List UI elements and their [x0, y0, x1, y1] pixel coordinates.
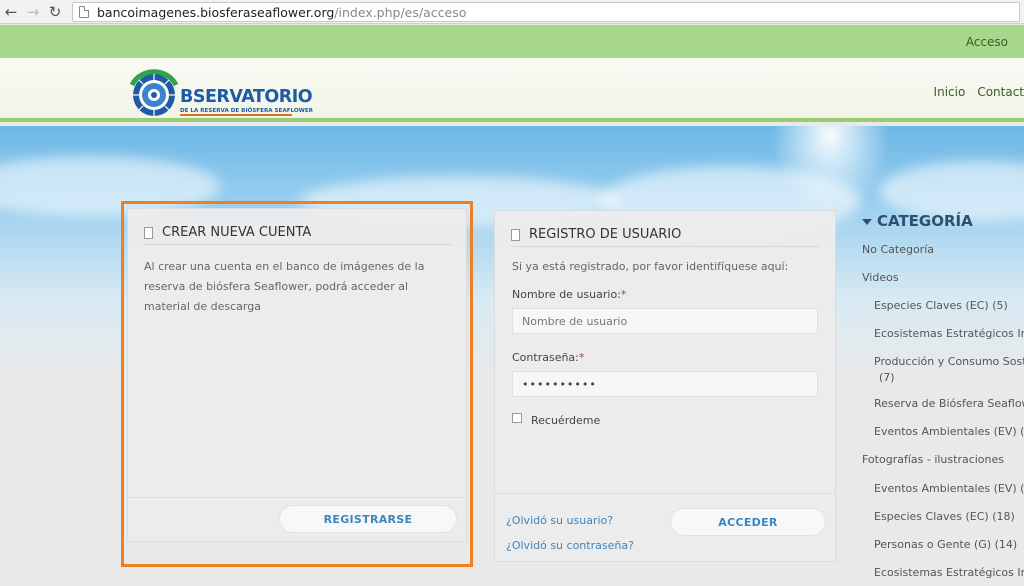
- reload-icon[interactable]: ↻: [44, 1, 66, 23]
- login-header: REGISTRO DE USUARIO: [511, 223, 819, 247]
- category-sidebar: CATEGORÍA No Categoría Videos Especies C…: [862, 210, 1024, 579]
- forgot-password-link[interactable]: ¿Olvidó su contraseña?: [506, 539, 634, 552]
- remember-label: Recuérdeme: [531, 414, 601, 427]
- category-item[interactable]: Fotografías - ilustraciones: [862, 453, 1004, 466]
- category-item[interactable]: Ecosistemas Estratégicos Insu: [874, 327, 1024, 340]
- login-intro: Si ya está registrado, por favor identif…: [512, 260, 789, 273]
- site-logo[interactable]: BSERVATORIO DE LA RESERVA DE BIÓSFERA SE…: [126, 65, 313, 119]
- forgot-username-link[interactable]: ¿Olvidó su usuario?: [506, 514, 613, 527]
- category-item-count: (7): [879, 371, 895, 384]
- username-label: Nombre de usuario:*: [512, 288, 626, 301]
- category-header[interactable]: CATEGORÍA: [862, 210, 1024, 232]
- logo-emblem-icon: [129, 69, 179, 116]
- caret-down-icon: [862, 219, 872, 225]
- category-title: CATEGORÍA: [877, 212, 973, 230]
- username-label-text: Nombre de usuario:: [512, 288, 621, 301]
- password-label: Contraseña:*: [512, 351, 584, 364]
- login-button[interactable]: ACCEDER: [670, 508, 826, 536]
- main-menu: Inicio Contact: [934, 85, 1024, 99]
- password-label-text: Contraseña:: [512, 351, 579, 364]
- url-path: /index.php/es/acceso: [334, 4, 467, 20]
- category-item[interactable]: Eventos Ambientales (EV) (1): [874, 425, 1024, 438]
- logo-underline: [180, 114, 292, 116]
- category-item[interactable]: Reserva de Biósfera Seaflowe: [874, 397, 1024, 410]
- page-icon: [79, 6, 89, 18]
- site-header: BSERVATORIO DE LA RESERVA DE BIÓSFERA SE…: [0, 58, 1024, 122]
- username-input[interactable]: Nombre de usuario: [512, 308, 818, 334]
- category-item[interactable]: Eventos Ambientales (EV) (13: [874, 482, 1024, 495]
- login-panel: REGISTRO DE USUARIO Si ya está registrad…: [494, 210, 836, 562]
- category-item[interactable]: Videos: [862, 271, 899, 284]
- required-mark: *: [620, 288, 627, 301]
- category-item[interactable]: Especies Claves (EC) (18): [874, 510, 1015, 523]
- back-icon[interactable]: ←: [0, 1, 22, 23]
- document-icon: [511, 228, 520, 241]
- login-footer: ¿Olvidó su usuario? ¿Olvidó su contraseñ…: [495, 493, 835, 563]
- login-title: REGISTRO DE USUARIO: [529, 227, 682, 242]
- remember-checkbox[interactable]: [512, 413, 522, 423]
- forward-icon[interactable]: →: [22, 1, 44, 23]
- url-host: bancoimagenes.biosferaseaflower.org: [97, 4, 335, 20]
- highlight-box: [121, 201, 473, 567]
- acceso-link[interactable]: Acceso: [966, 35, 1008, 49]
- required-mark: *: [578, 351, 585, 364]
- menu-item-contact[interactable]: Contact: [977, 85, 1024, 99]
- category-item[interactable]: No Categoría: [862, 243, 934, 256]
- category-item[interactable]: Producción y Consumo Soste: [874, 355, 1024, 368]
- category-item[interactable]: Ecosistemas Estratégicos Insu: [874, 566, 1024, 579]
- address-bar[interactable]: bancoimagenes.biosferaseaflower.org/inde…: [72, 2, 1020, 22]
- sunburst: [770, 126, 890, 216]
- category-item[interactable]: Especies Claves (EC) (5): [874, 299, 1008, 312]
- browser-toolbar: ← → ↻ bancoimagenes.biosferaseaflower.or…: [0, 0, 1024, 24]
- category-item[interactable]: Personas o Gente (G) (14): [874, 538, 1017, 551]
- logo-wordmark: BSERVATORIO: [180, 87, 313, 107]
- password-input[interactable]: ••••••••••: [512, 371, 818, 397]
- top-bar: Acceso: [0, 25, 1024, 58]
- menu-item-inicio[interactable]: Inicio: [934, 85, 966, 99]
